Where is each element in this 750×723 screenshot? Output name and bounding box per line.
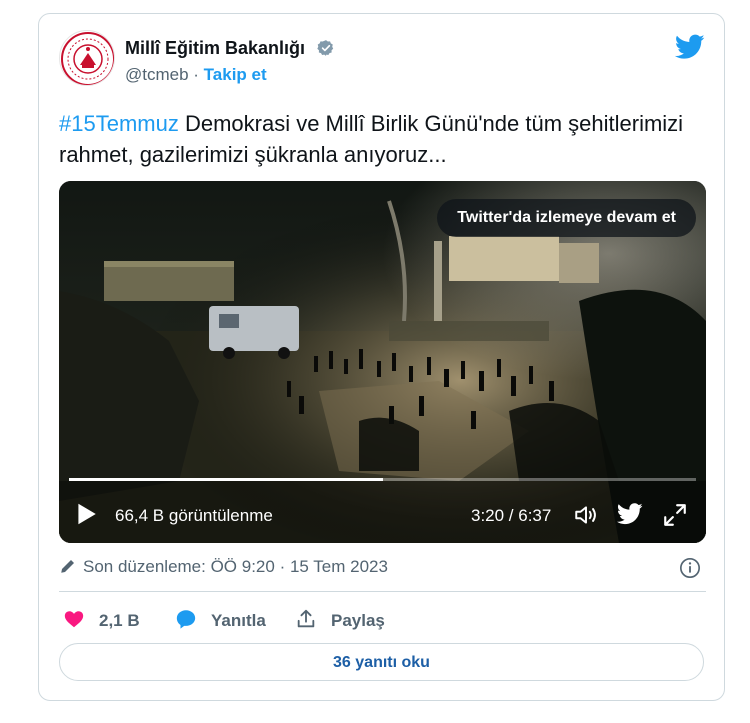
reply-label: Yanıtla — [211, 611, 266, 630]
follow-link[interactable]: Takip et — [204, 65, 267, 84]
account-handle-row: @tcmeb · Takip et — [125, 65, 267, 85]
handle-separator: · — [188, 65, 204, 84]
hashtag-link[interactable]: #15Temmuz — [59, 111, 179, 136]
video-progress-bar[interactable] — [69, 478, 696, 481]
view-count: 66,4 B görüntülenme — [115, 506, 273, 525]
divider — [59, 591, 706, 592]
fullscreen-icon[interactable] — [662, 502, 688, 528]
share-button[interactable]: Paylaş — [295, 608, 385, 631]
share-icon — [297, 609, 315, 628]
reply-button[interactable]: Yanıtla — [175, 608, 266, 631]
account-name[interactable]: Millî Eğitim Bakanlığı — [125, 38, 305, 59]
heart-icon — [64, 611, 84, 628]
account-handle[interactable]: @tcmeb — [125, 65, 189, 84]
edited-label: Son düzenleme: ÖÖ 9:20 · 15 Tem 2023 — [83, 557, 388, 576]
reply-bubble-icon — [176, 610, 196, 629]
like-button[interactable]: 2,1 B — [63, 608, 140, 631]
video-twitter-icon[interactable] — [617, 503, 643, 525]
meb-emblem-icon — [61, 32, 114, 85]
watch-on-twitter-button[interactable]: Twitter'da izlemeye devam et — [437, 199, 696, 237]
volume-icon[interactable] — [573, 502, 599, 528]
tweet-text: #15Temmuz Demokrasi ve Millî Birlik Günü… — [59, 108, 699, 170]
account-avatar[interactable] — [59, 30, 115, 86]
info-icon[interactable] — [679, 557, 701, 579]
read-replies-button[interactable]: 36 yanıtı oku — [59, 643, 704, 681]
play-icon[interactable] — [73, 501, 99, 527]
video-player[interactable]: Twitter'da izlemeye devam et 66,4 B görü… — [59, 181, 706, 543]
video-time: 3:20 / 6:37 — [471, 506, 552, 525]
share-label: Paylaş — [331, 611, 385, 630]
video-progress-fill — [69, 478, 383, 481]
pencil-icon — [61, 560, 74, 573]
twitter-bird-icon[interactable] — [675, 34, 705, 60]
edited-info[interactable]: Son düzenleme: ÖÖ 9:20 · 15 Tem 2023 — [59, 557, 388, 577]
tweet-card: Millî Eğitim Bakanlığı @tcmeb · Takip et… — [38, 13, 725, 701]
verified-badge-icon — [317, 40, 334, 56]
like-count: 2,1 B — [99, 611, 140, 630]
